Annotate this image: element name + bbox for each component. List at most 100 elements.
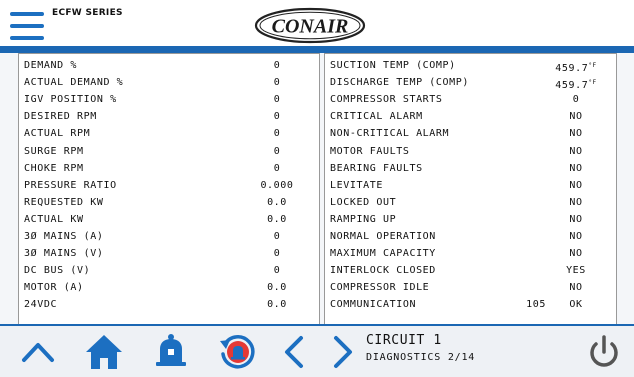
diagnostic-label: SURGE RPM <box>24 145 84 157</box>
diagnostic-value: 0 <box>247 143 307 160</box>
diagnostic-label: MOTOR FAULTS <box>330 145 410 157</box>
value-text: 0 <box>572 94 580 106</box>
diagnostic-label: CRITICAL ALARM <box>330 111 423 123</box>
diagnostic-value: 0 <box>247 125 307 142</box>
alarm-bell-icon[interactable] <box>151 332 191 372</box>
diagnostic-label: RAMPING UP <box>330 213 397 225</box>
diagnostic-value: 0 <box>247 74 307 91</box>
diagnostic-label: COMPRESSOR IDLE <box>330 282 430 294</box>
value-text: 0.000 <box>260 179 294 191</box>
left-diagnostics-panel: DEMAND % 0 ACTUAL DEMAND % 0 IGV POSITION % 0… <box>18 53 320 326</box>
value-text: 459.7 <box>555 63 589 74</box>
diagnostic-value: NO <box>546 160 606 177</box>
circuit-label: CIRCUIT 1 <box>366 333 442 348</box>
value-text: 0 <box>273 145 281 157</box>
diagnostic-value: 0.0 <box>247 279 307 296</box>
diagnostic-label: CHOKE RPM <box>24 162 84 174</box>
value-text: NO <box>569 282 583 294</box>
value-text: 0 <box>273 248 281 260</box>
diagnostic-value: NO <box>546 228 606 245</box>
diagnostic-value: 0 <box>247 262 307 279</box>
logo-text: CONAIR <box>272 16 349 38</box>
diagnostic-row: BEARING FAULTS NO <box>325 160 616 177</box>
diagnostic-label: COMMUNICATION <box>330 299 417 311</box>
diagnostic-value: 0 <box>247 57 307 74</box>
value-text: NO <box>569 128 583 140</box>
diagnostic-value: 0 <box>247 91 307 108</box>
diagnostic-label: ACTUAL KW <box>24 213 84 225</box>
value-text: 0.0 <box>267 282 287 294</box>
diagnostic-value: 0 <box>247 160 307 177</box>
diagnostic-label: ACTUAL RPM <box>24 128 91 140</box>
diagnostic-label: DISCHARGE TEMP (COMP) <box>330 77 470 89</box>
power-icon[interactable] <box>584 332 624 372</box>
diagnostic-label: INTERLOCK CLOSED <box>330 265 436 277</box>
value-text: 0.0 <box>267 196 287 208</box>
diagnostic-value: NO <box>546 125 606 142</box>
value-text: 0 <box>273 128 281 140</box>
diagnostic-value: NO <box>546 177 606 194</box>
diagnostic-row: 24VDC 0.0 <box>19 296 319 313</box>
value-text: 0 <box>273 231 281 242</box>
diagnostic-label: DEMAND % <box>24 60 77 71</box>
diagnostic-label: IGV POSITION % <box>24 94 117 106</box>
diagnostic-row: 3Ø MAINS (A) 0 <box>19 228 319 245</box>
diagnostic-value: 0 <box>247 228 307 245</box>
diagnostic-value: 0 <box>247 245 307 262</box>
value-text: 0 <box>273 265 281 277</box>
diagnostic-row: 3Ø MAINS (V) 0 <box>19 245 319 262</box>
value-text: 0.0 <box>267 213 287 225</box>
value-text: 459.7 <box>555 80 589 92</box>
diagnostic-label: BEARING FAULTS <box>330 162 423 174</box>
communication-count: 105 <box>526 299 546 311</box>
alarm-history-icon[interactable] <box>218 332 258 372</box>
diagnostic-label: 24VDC <box>24 299 58 311</box>
value-text: NO <box>569 196 583 208</box>
value-text: YES <box>566 265 586 277</box>
diagnostic-row: COMMUNICATION 105 OK <box>325 296 616 313</box>
diagnostic-label: MOTOR (A) <box>24 282 84 294</box>
value-text: NO <box>569 179 583 191</box>
footer-nav: CIRCUIT 1 DIAGNOSTICS 2/14 <box>0 324 634 377</box>
diagnostic-label: REQUESTED KW <box>24 196 104 208</box>
diagnostic-value: NO <box>546 279 606 296</box>
chevron-right-icon[interactable] <box>322 332 362 372</box>
diagnostic-row: DC BUS (V) 0 <box>19 262 319 279</box>
value-text: 0.0 <box>267 299 287 311</box>
diagnostic-value: 0.000 <box>247 177 307 194</box>
diagnostic-label: PRESSURE RATIO <box>24 179 117 191</box>
diagnostic-row: DEMAND % 0 <box>19 57 319 74</box>
diagnostic-value: 0.0 <box>247 211 307 228</box>
diagnostic-row: COMPRESSOR STARTS 0 <box>325 91 616 108</box>
diagnostic-value: NO <box>546 108 606 125</box>
page-indicator: DIAGNOSTICS 2/14 <box>366 352 476 363</box>
value-text: NO <box>569 145 583 157</box>
chevron-left-icon[interactable] <box>275 332 315 372</box>
value-text: 0 <box>273 162 281 174</box>
diagnostic-value: 0.0 <box>247 296 307 313</box>
value-text: NO <box>569 162 583 174</box>
diagnostic-label: 3Ø MAINS (V) <box>24 248 104 260</box>
hamburger-menu-icon[interactable] <box>10 12 44 40</box>
diagnostic-row: REQUESTED KW 0.0 <box>19 194 319 211</box>
diagnostic-label: LEVITATE <box>330 179 383 191</box>
diagnostic-row: SUCTION TEMP (COMP) 459.7°F <box>325 57 616 74</box>
diagnostic-row: COMPRESSOR IDLE NO <box>325 279 616 296</box>
value-text: 0 <box>273 77 281 89</box>
value-text: NO <box>569 111 583 123</box>
header-bar: ECFW SERIES CONAIR <box>0 4 634 46</box>
unit-label: °F <box>588 62 597 69</box>
diagnostic-label: NORMAL OPERATION <box>330 231 436 242</box>
chevron-up-icon[interactable] <box>18 332 58 372</box>
home-icon[interactable] <box>84 332 124 372</box>
diagnostic-row: IGV POSITION % 0 <box>19 91 319 108</box>
diagnostic-row: LOCKED OUT NO <box>325 194 616 211</box>
diagnostic-label: DC BUS (V) <box>24 265 91 277</box>
diagnostic-label: DESIRED RPM <box>24 111 97 123</box>
unit-label: °F <box>588 79 597 87</box>
value-text: NO <box>569 213 583 225</box>
value-text: 0 <box>273 94 281 106</box>
right-diagnostics-panel: SUCTION TEMP (COMP) 459.7°F DISCHARGE TEMP… <box>324 53 617 326</box>
diagnostic-row: MOTOR (A) 0.0 <box>19 279 319 296</box>
diagnostic-row: SURGE RPM 0 <box>19 143 319 160</box>
